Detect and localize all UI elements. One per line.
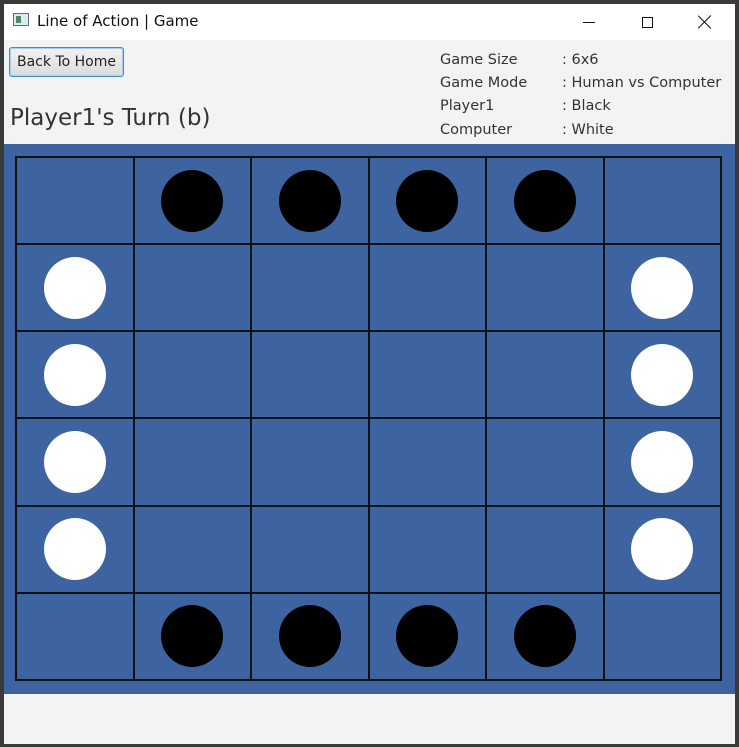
black-piece[interactable] [513,605,576,668]
board-cell-r4-c3[interactable] [368,505,486,593]
info-value-game-size: : 6x6 [562,52,599,68]
white-piece[interactable] [43,431,106,494]
info-label-game-mode: Game Mode [440,75,528,91]
close-icon [698,15,712,29]
maximize-icon [641,16,653,28]
board-cell-r4-c4[interactable] [486,505,604,593]
board-cell-r2-c5[interactable] [603,331,721,419]
black-piece[interactable] [278,605,341,668]
turn-indicator: Player1's Turn (b) [10,105,211,131]
white-piece[interactable] [631,256,694,319]
board-cell-r2-c1[interactable] [133,331,251,419]
board-cell-r0-c4[interactable] [486,157,604,245]
board-cell-r5-c3[interactable] [368,592,486,680]
white-piece[interactable] [43,343,106,406]
black-piece[interactable] [396,169,459,232]
board-cell-r3-c3[interactable] [368,418,486,506]
board-cell-r2-c2[interactable] [251,331,369,419]
back-to-home-button[interactable]: Back To Home [9,47,124,77]
info-label-game-size: Game Size [440,52,518,68]
board-cell-r1-c3[interactable] [368,244,486,332]
board-cell-r0-c5[interactable] [603,157,721,245]
board-cell-r4-c5[interactable] [603,505,721,593]
minimize-icon [583,21,595,23]
board-cell-r2-c4[interactable] [486,331,604,419]
title-bar: Line of Action | Game [4,4,735,40]
black-piece[interactable] [278,169,341,232]
info-value-game-mode: : Human vs Computer [562,75,722,91]
app-icon [13,13,29,26]
board-cell-r3-c1[interactable] [133,418,251,506]
board-cell-r3-c2[interactable] [251,418,369,506]
info-value-player1: : Black [562,98,611,114]
board-cell-r1-c4[interactable] [486,244,604,332]
white-piece[interactable] [43,256,106,319]
white-piece[interactable] [43,518,106,581]
white-piece[interactable] [631,431,694,494]
board-cell-r1-c2[interactable] [251,244,369,332]
game-window: Line of Action | Game Back To Home Playe… [4,4,735,744]
board-cell-r0-c1[interactable] [133,157,251,245]
black-piece[interactable] [161,605,224,668]
board-cell-r5-c1[interactable] [133,592,251,680]
board-cell-r5-c2[interactable] [251,592,369,680]
board-cell-r1-c1[interactable] [133,244,251,332]
board-cell-r5-c0[interactable] [16,592,134,680]
maximize-button[interactable] [624,4,670,40]
black-piece[interactable] [513,169,576,232]
window-title: Line of Action | Game [37,12,199,30]
black-piece[interactable] [161,169,224,232]
board-cell-r0-c2[interactable] [251,157,369,245]
board-cell-r0-c3[interactable] [368,157,486,245]
board-cell-r3-c4[interactable] [486,418,604,506]
board-cell-r0-c0[interactable] [16,157,134,245]
board-cell-r5-c4[interactable] [486,592,604,680]
board-cell-r2-c3[interactable] [368,331,486,419]
black-piece[interactable] [396,605,459,668]
minimize-button[interactable] [566,4,612,40]
board-cell-r1-c0[interactable] [16,244,134,332]
game-board [15,156,722,681]
board-cell-r4-c0[interactable] [16,505,134,593]
info-label-player1: Player1 [440,98,495,114]
board-cell-r3-c0[interactable] [16,418,134,506]
close-button[interactable] [682,4,728,40]
board-cell-r5-c5[interactable] [603,592,721,680]
board-cell-r3-c5[interactable] [603,418,721,506]
board-cell-r1-c5[interactable] [603,244,721,332]
info-label-computer: Computer [440,122,513,138]
board-cell-r2-c0[interactable] [16,331,134,419]
info-value-computer: : White [562,122,614,138]
white-piece[interactable] [631,518,694,581]
board-cell-r4-c1[interactable] [133,505,251,593]
board-area [4,144,735,694]
white-piece[interactable] [631,343,694,406]
board-cell-r4-c2[interactable] [251,505,369,593]
